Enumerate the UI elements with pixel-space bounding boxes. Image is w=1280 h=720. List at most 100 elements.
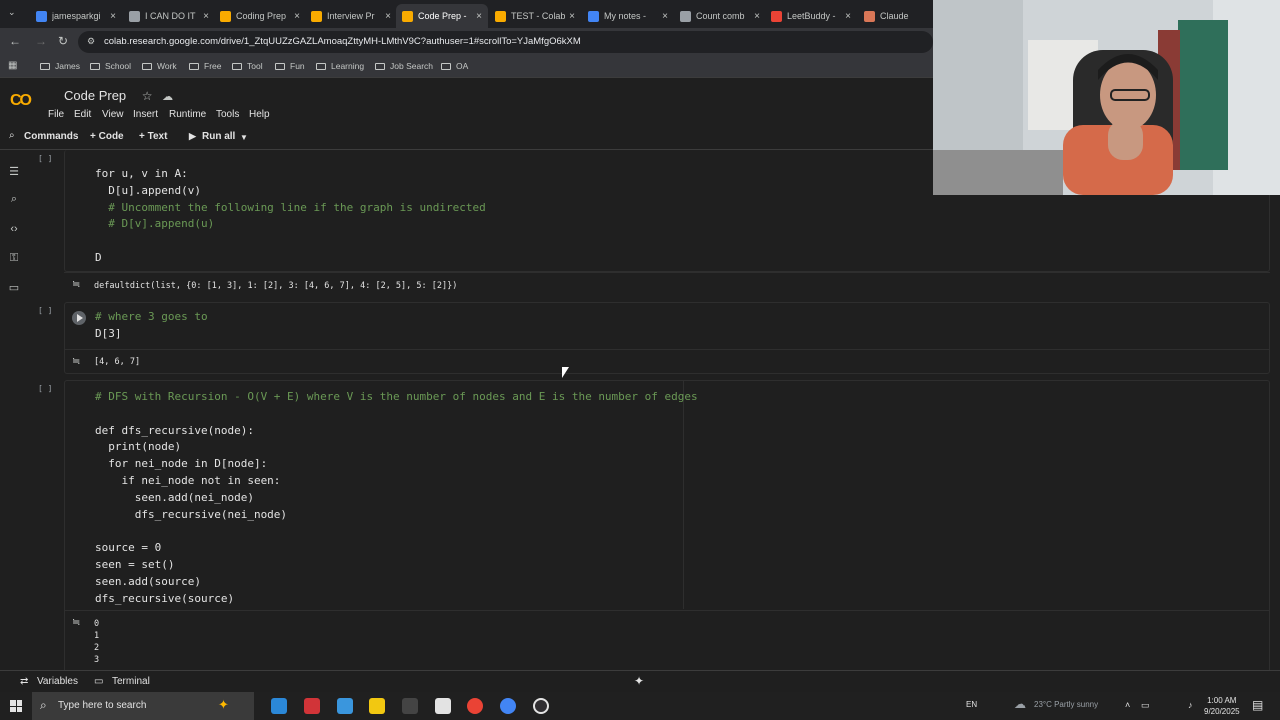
browser-tab[interactable]: jamesparkgi × <box>30 4 122 28</box>
close-icon[interactable]: × <box>754 11 760 22</box>
cell-execution-count: [ ] <box>38 306 53 315</box>
files-folder-icon[interactable]: ▭ <box>7 281 21 294</box>
menu-runtime[interactable]: Runtime <box>169 109 206 120</box>
secrets-key-icon[interactable]: ⚿ <box>7 252 21 264</box>
cloud-icon[interactable]: ☁ <box>162 91 173 103</box>
code-editor[interactable]: for u, v in A: D[u].append(v) # Uncommen… <box>95 166 486 267</box>
browser-tab-active[interactable]: Code Prep - × <box>396 4 488 28</box>
find-icon[interactable]: ⌕ <box>7 193 21 205</box>
app-blue-icon[interactable] <box>337 698 353 714</box>
browser-tab[interactable]: Coding Prep × <box>214 4 306 28</box>
close-icon[interactable]: × <box>385 11 391 22</box>
close-icon[interactable]: × <box>110 11 116 22</box>
play-icon[interactable]: ▶ <box>189 131 196 142</box>
menu-tools[interactable]: Tools <box>216 109 239 120</box>
webcam-image <box>933 0 1280 195</box>
app-red-icon[interactable] <box>304 698 320 714</box>
code-snippets-icon[interactable]: ‹› <box>7 223 21 235</box>
weather-text[interactable]: 23°C Partly sunny <box>1034 700 1098 709</box>
star-icon[interactable]: ☆ <box>142 89 153 103</box>
chevron-down-icon[interactable]: ▼ <box>240 133 248 142</box>
site-info-icon[interactable]: ⚙ <box>87 36 95 47</box>
bookmark-folder[interactable]: James <box>40 61 80 71</box>
tab-favicon-icon <box>864 10 875 22</box>
bookmark-folder[interactable]: OA <box>441 61 468 71</box>
reload-icon[interactable]: ↻ <box>58 34 68 48</box>
close-icon[interactable]: × <box>845 11 851 22</box>
terminal-icon[interactable]: ▭ <box>94 676 103 687</box>
close-icon[interactable]: × <box>203 11 209 22</box>
copilot-icon[interactable] <box>271 698 287 714</box>
app-dark-icon[interactable] <box>402 698 418 714</box>
obs-icon[interactable] <box>533 698 549 714</box>
back-icon[interactable]: ← <box>9 34 21 48</box>
menu-file[interactable]: File <box>48 109 64 120</box>
close-icon[interactable]: × <box>569 11 575 22</box>
bookmark-folder[interactable]: Tool <box>232 61 263 71</box>
address-bar[interactable]: ⚙ colab.research.google.com/drive/1_ZtqU… <box>78 31 933 53</box>
output-actions-icon[interactable]: ≒ <box>72 617 80 628</box>
tab-favicon-icon <box>402 10 413 22</box>
bookmark-folder[interactable]: Job Search <box>375 61 433 71</box>
output-actions-icon[interactable]: ≒ <box>72 279 80 290</box>
bookmark-folder[interactable]: School <box>90 61 131 71</box>
browser-tab[interactable]: I CAN DO IT × <box>123 4 215 28</box>
code-cell[interactable]: # DFS with Recursion - O(V + E) where V … <box>64 380 1270 670</box>
output-text: [4, 6, 7] <box>94 357 141 367</box>
volume-icon[interactable]: ♪ <box>1188 700 1193 710</box>
output-actions-icon[interactable]: ≒ <box>72 356 80 367</box>
code-editor[interactable]: # where 3 goes to D[3] <box>95 309 208 343</box>
menu-insert[interactable]: Insert <box>133 109 158 120</box>
notebook-title[interactable]: Code Prep ☆ ☁ <box>64 88 173 103</box>
tab-search-icon[interactable]: ⌄ <box>8 7 16 18</box>
code-editor[interactable]: # DFS with Recursion - O(V + E) where V … <box>95 389 698 607</box>
tab-favicon-icon <box>220 10 231 22</box>
notification-icon[interactable]: ▤ <box>1252 698 1263 712</box>
browser-tab[interactable]: Claude <box>858 4 933 28</box>
windows-start-icon[interactable] <box>10 700 22 712</box>
variables-button[interactable]: Variables <box>37 676 78 687</box>
browser-tab[interactable]: Interview Pr × <box>305 4 397 28</box>
browser-tab[interactable]: Count comb × <box>674 4 766 28</box>
gemini-sparkle-icon[interactable]: ✦ <box>634 674 644 688</box>
chevron-up-icon[interactable]: ˄ <box>1125 700 1130 710</box>
bookmark-folder[interactable]: Learning <box>316 61 364 71</box>
search-icon[interactable]: ⌕ <box>9 130 15 141</box>
forward-icon[interactable]: → <box>35 34 47 48</box>
terminal-button[interactable]: Terminal <box>112 676 150 687</box>
close-icon[interactable]: × <box>476 11 482 22</box>
language-indicator[interactable]: EN <box>966 700 977 709</box>
run-cell-button[interactable] <box>72 311 86 325</box>
browser-tab[interactable]: My notes - × <box>582 4 674 28</box>
taskbar-search-input[interactable]: ⌕ Type here to search ✦ <box>32 692 254 720</box>
clock[interactable]: 1:00 AM 9/20/2025 <box>1204 695 1240 717</box>
folder-icon <box>189 62 199 70</box>
apps-grid-icon[interactable]: ▦ <box>8 60 17 71</box>
file-explorer-icon[interactable] <box>369 698 385 714</box>
bookmark-folder[interactable]: Fun <box>275 61 305 71</box>
network-icon[interactable]: ▭ <box>1141 700 1150 711</box>
left-sidebar: ☰ ⌕ ‹› ⚿ ▭ <box>0 150 28 670</box>
add-text-button[interactable]: + Text <box>139 131 167 142</box>
bookmark-folder[interactable]: Free <box>189 61 221 71</box>
browser-tab[interactable]: TEST - Colab × <box>489 4 581 28</box>
commands-button[interactable]: Commands <box>24 131 78 142</box>
menu-help[interactable]: Help <box>249 109 270 120</box>
table-of-contents-icon[interactable]: ☰ <box>7 165 21 178</box>
code-cell[interactable]: # where 3 goes to D[3] ≒ [4, 6, 7] <box>64 302 1270 374</box>
chrome-icon[interactable] <box>467 698 483 714</box>
app-terminal-icon[interactable] <box>435 698 451 714</box>
variables-icon[interactable]: ⇄ <box>20 676 28 687</box>
menu-view[interactable]: View <box>102 109 124 120</box>
close-icon[interactable]: × <box>662 11 668 22</box>
chrome-active-icon[interactable] <box>500 698 516 714</box>
weather-icon[interactable]: ☁ <box>1014 697 1026 711</box>
browser-tab[interactable]: LeetBuddy - × <box>765 4 857 28</box>
bookmark-folder[interactable]: Work <box>142 61 177 71</box>
run-all-button[interactable]: Run all <box>202 131 235 142</box>
add-code-button[interactable]: + Code <box>90 131 124 142</box>
tab-favicon-icon <box>495 10 506 22</box>
close-icon[interactable]: × <box>294 11 300 22</box>
colab-logo-icon[interactable]: CO <box>10 92 32 110</box>
menu-edit[interactable]: Edit <box>74 109 91 120</box>
